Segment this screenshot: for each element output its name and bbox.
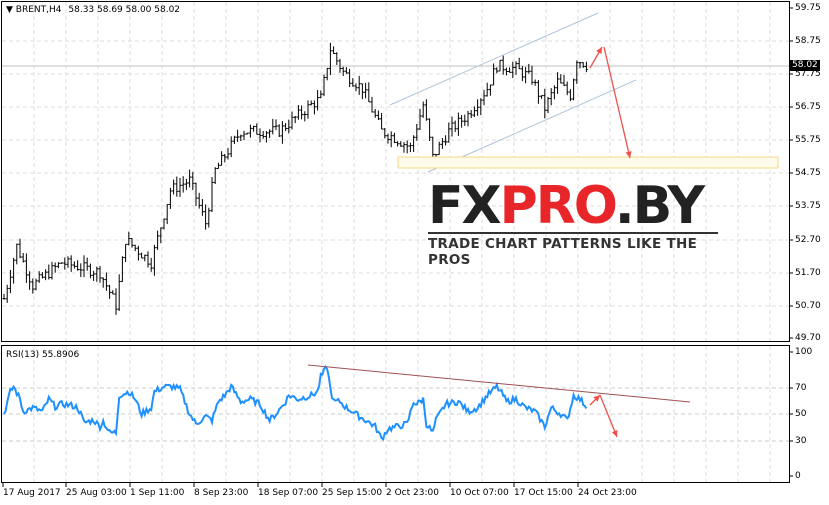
price-axis-label: 56.75	[795, 102, 821, 112]
symbol-header: ▼ BRENT,H4 58.33 58.69 58.00 58.02	[6, 5, 180, 15]
rsi-line	[3, 365, 588, 441]
time-axis-label: 25 Sep 15:00	[322, 488, 383, 498]
price-axis-label: 53.75	[795, 201, 821, 211]
price-axis-label: 49.70	[795, 333, 821, 343]
time-axis-label: 8 Sep 23:00	[194, 488, 249, 498]
price-axis-label: 51.70	[795, 268, 821, 278]
logo-tagline: TRADE CHART PATTERNS LIKE THE PROS	[428, 232, 718, 268]
fxpro-logo: FXPRO.BY TRADE CHART PATTERNS LIKE THE P…	[428, 180, 718, 268]
time-axis-label: 17 Aug 2017	[3, 488, 61, 498]
time-axis-label: 18 Sep 07:00	[258, 488, 319, 498]
rsi-axis-label: 30	[795, 436, 807, 446]
time-axis-label: 2 Oct 23:00	[386, 488, 439, 498]
time-axis-label: 10 Oct 07:00	[450, 488, 509, 498]
time-axis-label: 24 Oct 23:00	[578, 488, 637, 498]
rsi-axis-label: 70	[795, 383, 807, 393]
price-axis-label: 54.75	[795, 168, 821, 178]
rsi-label: RSI(13) 55.8906	[6, 350, 80, 360]
price-axis-label: 58.75	[795, 36, 821, 46]
time-axis-label: 25 Aug 03:00	[66, 488, 127, 498]
rsi-down-arrow	[599, 394, 618, 438]
price-axis-label: 50.70	[795, 301, 821, 311]
price-axis-label: 57.75	[795, 69, 821, 79]
rsi-trendline	[307, 364, 691, 403]
rsi-axis-label: 50	[795, 409, 807, 419]
price-axis-label: 59.75	[795, 3, 821, 13]
dropdown-triangle-icon[interactable]: ▼	[6, 5, 13, 15]
down-arrow	[603, 46, 631, 159]
rsi-axis-label: 0	[795, 471, 801, 481]
price-axis-label: 55.75	[795, 135, 821, 145]
price-axis-label: 52.70	[795, 235, 821, 245]
symbol-label: BRENT,H4	[15, 5, 62, 15]
support-zone	[397, 156, 779, 169]
time-axis-label: 17 Oct 15:00	[514, 488, 573, 498]
ohlc-values: 58.33 58.69 58.00 58.02	[68, 5, 181, 15]
rsi-axis-label: 100	[795, 347, 813, 357]
time-axis-label: 1 Sep 11:00	[130, 488, 185, 498]
